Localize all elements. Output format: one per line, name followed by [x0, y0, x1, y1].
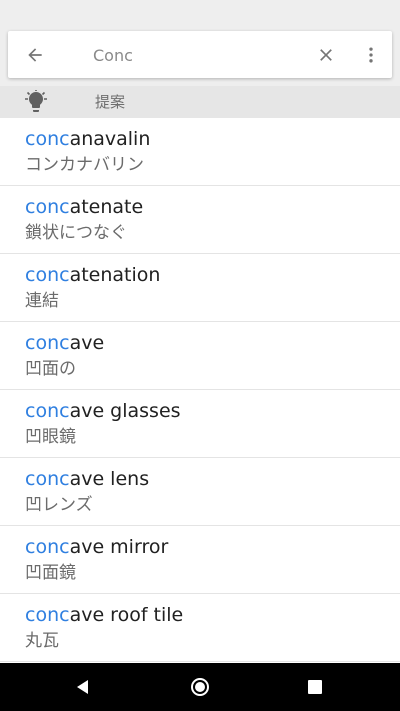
- nav-recents-button[interactable]: [303, 675, 327, 699]
- result-word-match: conc: [25, 128, 70, 150]
- result-word-match: conc: [25, 332, 70, 354]
- suggestions-label: 提案: [95, 93, 126, 111]
- navigation-bar: [0, 663, 400, 711]
- result-word: concave: [25, 331, 104, 355]
- result-word: concatenate: [25, 195, 143, 219]
- result-word: concave roof tile: [25, 603, 183, 627]
- circle-home-icon: [191, 678, 209, 696]
- result-word: concave glasses: [25, 399, 181, 423]
- suggestions-header: 提案: [0, 86, 400, 118]
- result-word-rest: ave roof tile: [69, 604, 184, 626]
- result-word-match: conc: [25, 468, 70, 490]
- result-word-match: conc: [25, 196, 70, 218]
- result-item[interactable]: concave glasses 凹眼鏡: [0, 390, 400, 458]
- result-word: concave lens: [25, 467, 149, 491]
- result-translation: 凹面鏡: [25, 563, 76, 583]
- lightbulb-icon: [25, 90, 47, 112]
- result-word: concave mirror: [25, 535, 168, 559]
- result-translation: 凹レンズ: [25, 495, 93, 515]
- result-item[interactable]: concave roof tile 丸瓦: [0, 594, 400, 662]
- result-translation: コンカナバリン: [25, 155, 144, 175]
- nav-home-button[interactable]: [188, 675, 212, 699]
- more-vert-icon: [369, 47, 373, 63]
- result-word: concatenation: [25, 263, 160, 287]
- result-translation: 凹面の: [25, 359, 76, 379]
- results-list: concanavalin コンカナバリン concatenate 鎖状につなぐ conc…: [0, 118, 400, 662]
- arrow-back-icon: [28, 48, 42, 62]
- more-options-button[interactable]: [359, 43, 383, 67]
- result-word-rest: atenation: [69, 264, 161, 286]
- result-word-rest: atenate: [69, 196, 144, 218]
- result-word: concanavalin: [25, 127, 150, 151]
- nav-back-button[interactable]: [71, 675, 95, 699]
- top-area: [0, 0, 400, 86]
- result-translation: 凹眼鏡: [25, 427, 76, 447]
- result-word-rest: ave mirror: [69, 536, 169, 558]
- square-recents-icon: [308, 680, 322, 694]
- result-item[interactable]: concave 凹面の: [0, 322, 400, 390]
- result-word-match: conc: [25, 400, 70, 422]
- result-word-rest: anavalin: [69, 128, 151, 150]
- search-bar: [8, 31, 392, 78]
- result-item[interactable]: concatenate 鎖状につなぐ: [0, 186, 400, 254]
- result-word-match: conc: [25, 536, 70, 558]
- result-item[interactable]: concatenation 連結: [0, 254, 400, 322]
- result-translation: 連結: [25, 291, 59, 311]
- result-item[interactable]: concanavalin コンカナバリン: [0, 118, 400, 186]
- result-word-rest: ave lens: [69, 468, 150, 490]
- result-word-rest: ave: [69, 332, 105, 354]
- result-translation: 丸瓦: [25, 631, 59, 651]
- result-word-rest: ave glasses: [69, 400, 181, 422]
- result-item[interactable]: concave lens 凹レンズ: [0, 458, 400, 526]
- result-item[interactable]: concave mirror 凹面鏡: [0, 526, 400, 594]
- close-icon: [320, 49, 332, 61]
- result-word-match: conc: [25, 264, 70, 286]
- back-button[interactable]: [23, 43, 47, 67]
- result-word-match: conc: [25, 604, 70, 626]
- clear-button[interactable]: [314, 43, 338, 67]
- result-translation: 鎖状につなぐ: [25, 223, 127, 243]
- search-input[interactable]: [93, 40, 303, 70]
- app-screen: 提案 concanavalinコンカナバリンconcatenate鎖状につなぐc…: [0, 0, 400, 711]
- triangle-back-icon: [77, 680, 88, 694]
